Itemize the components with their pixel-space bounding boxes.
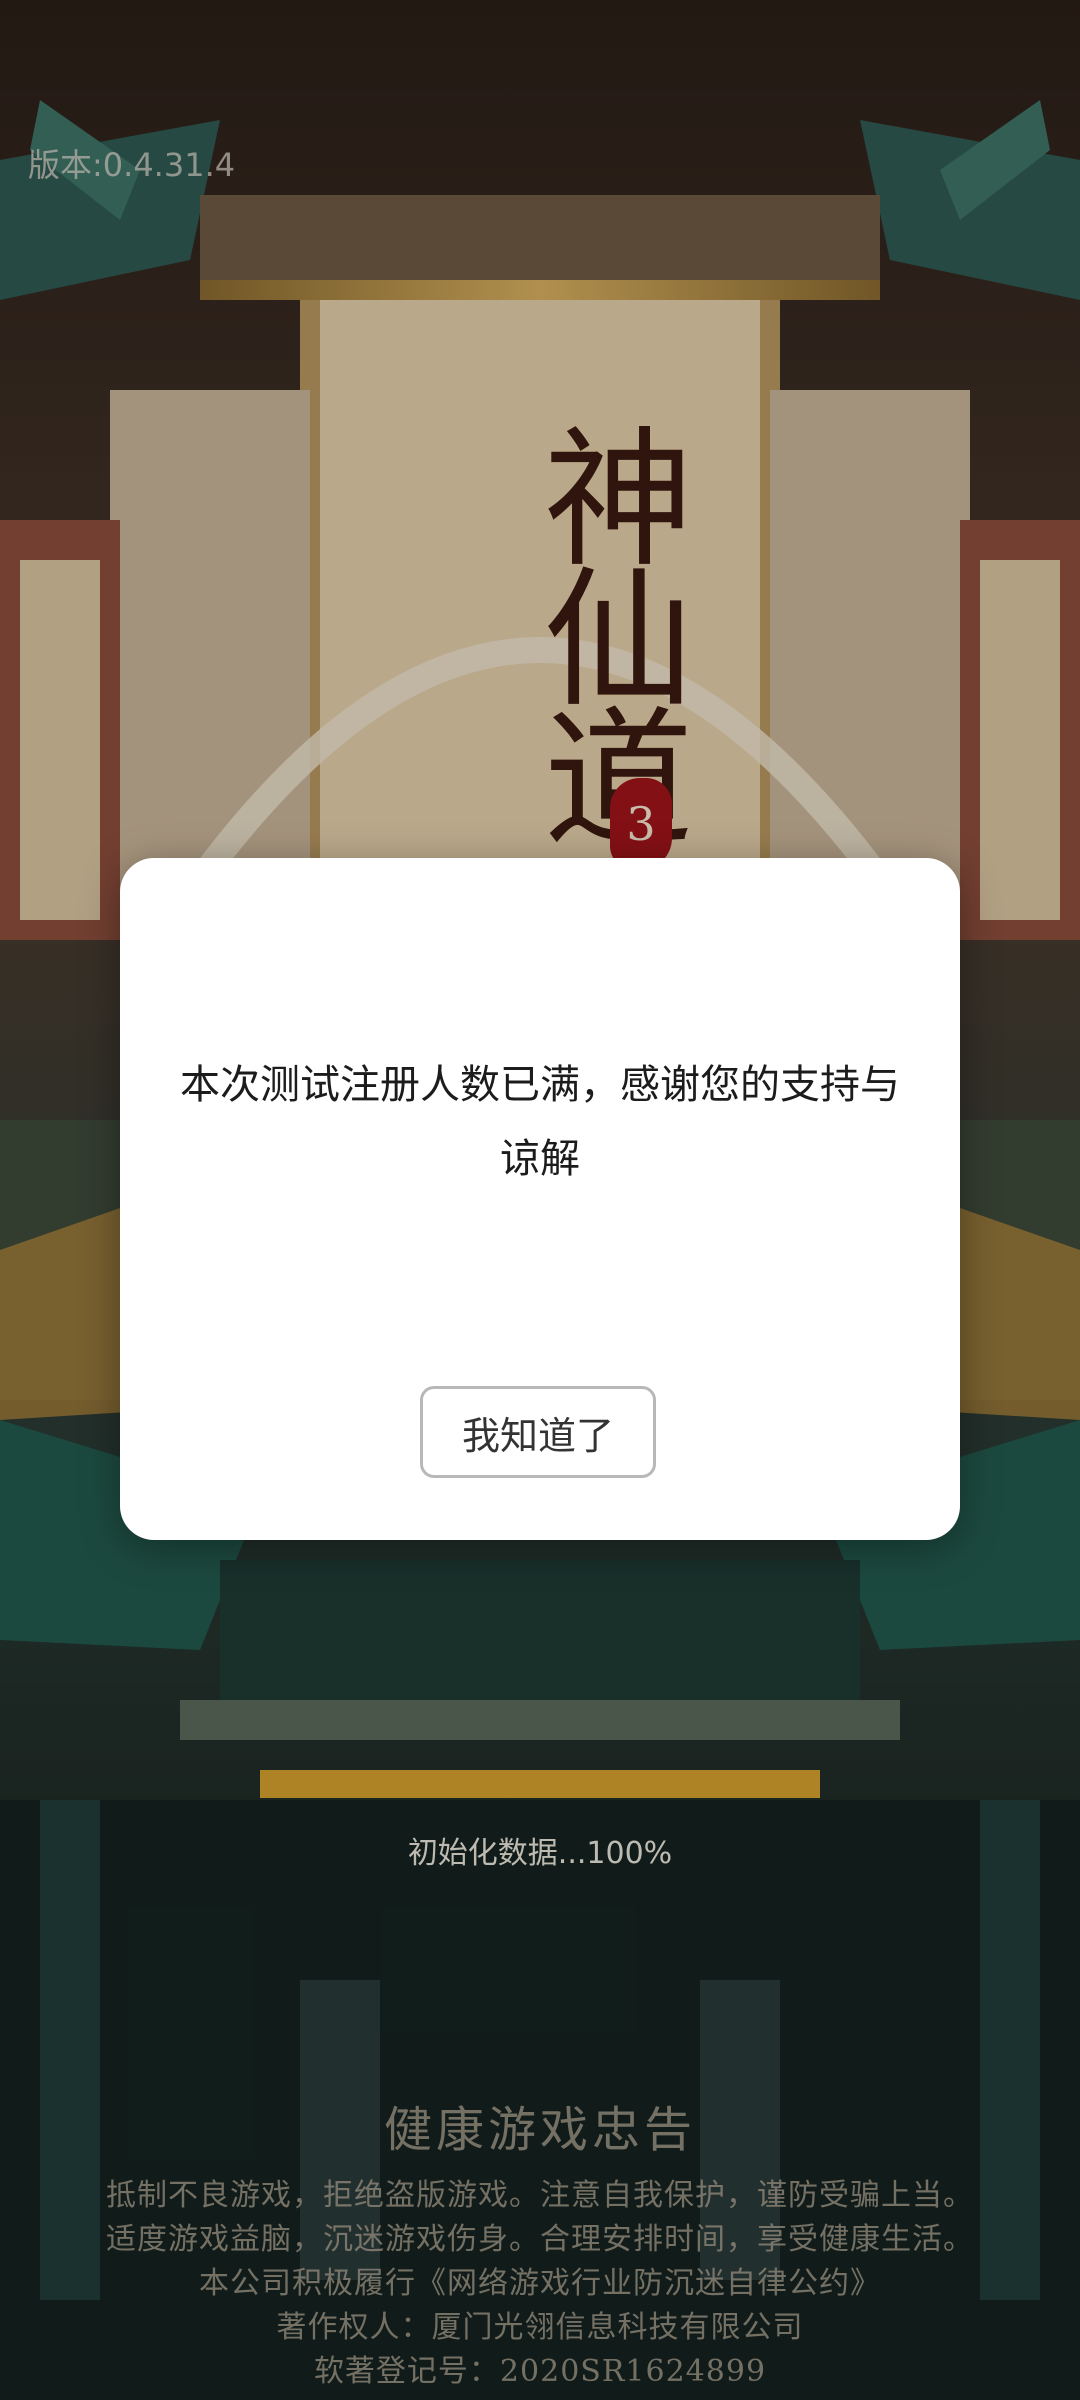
health-notice-line: 适度游戏益脑，沉迷游戏伤身。合理安排时间，享受健康生活。 <box>106 2222 974 2257</box>
confirm-button[interactable]: 我知道了 <box>420 1386 656 1478</box>
health-notice-line: 抵制不良游戏，拒绝盗版游戏。注意自我保护，谨防受骗上当。 <box>106 2178 974 2213</box>
loading-status: 初始化数据...100% <box>407 1836 673 1871</box>
health-notice: 健康游戏忠告 抵制不良游戏，拒绝盗版游戏。注意自我保护，谨防受骗上当。 适度游戏… <box>0 2090 1080 2394</box>
health-notice-line: 本公司积极履行《网络游戏行业防沉迷自律公约》 <box>199 2266 881 2301</box>
software-registration-number: 软著登记号：2020SR1624899 <box>313 2354 767 2389</box>
copyright-holder: 著作权人：厦门光翎信息科技有限公司 <box>276 2310 804 2345</box>
dialog-message: 本次测试注册人数已满，感谢您的支持与谅解 <box>180 1062 900 1182</box>
notice-dialog: 本次测试注册人数已满，感谢您的支持与谅解 我知道了 <box>120 858 960 1540</box>
health-notice-title: 健康游戏忠告 <box>383 2102 696 2158</box>
